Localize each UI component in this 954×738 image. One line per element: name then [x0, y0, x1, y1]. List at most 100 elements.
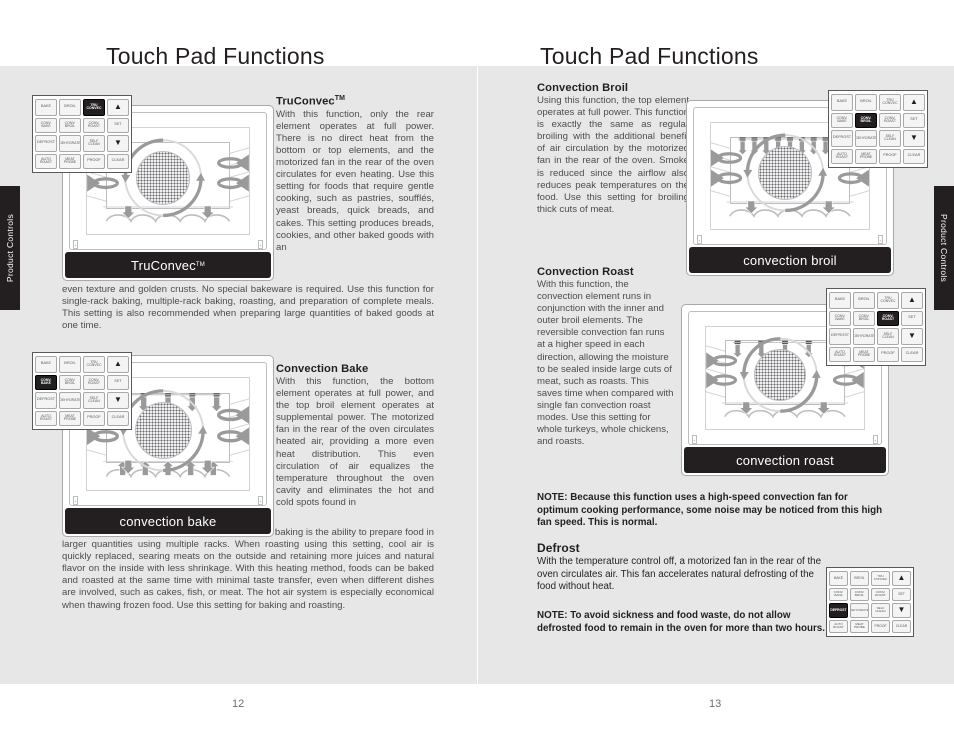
key-[interactable]: ▲ — [107, 99, 129, 116]
key-clear[interactable]: CLEAR — [107, 410, 129, 426]
key-[interactable]: ▼ — [107, 135, 129, 152]
key-conv-roast[interactable]: CONV. ROAST — [877, 310, 899, 326]
control-keypad-convection-roast[interactable]: BAKE BROIL TRU CONVEC ▲ CONV. BAKE CONV. BROI… — [826, 288, 926, 366]
oven-rack-rail — [706, 345, 725, 352]
control-keypad-defrost[interactable]: BAKE BROIL TRU CONVEC ▲ CONV. BAKE CONV. BROI… — [826, 567, 914, 637]
key-conv-roast[interactable]: CONV. ROAST — [879, 112, 901, 128]
key-set[interactable]: SET — [107, 117, 129, 133]
key-conv-roast[interactable]: CONV. ROAST — [83, 117, 105, 133]
key-conv-bake[interactable]: CONV. BAKE — [829, 310, 851, 326]
section-convection-bake-column: Convection Bake With this function, the … — [276, 363, 434, 509]
key-set[interactable]: SET — [901, 310, 923, 326]
control-keypad-convection-bake[interactable]: BAKE BROIL TRU CONVEC ▲ CONV. BAKE CONV. BROI… — [32, 352, 132, 430]
oven-rack-rail — [706, 356, 725, 364]
key-proof[interactable]: PROOF — [83, 153, 105, 169]
key-clear[interactable]: CLEAR — [903, 148, 925, 164]
key-auto-roast[interactable]: AUTO ROAST — [35, 410, 57, 426]
key-bake[interactable]: BAKE — [35, 99, 57, 116]
key-clear[interactable]: CLEAR — [107, 153, 129, 169]
oven-rack-rail — [711, 166, 730, 173]
key-self-clean[interactable]: SELF CLEAN — [83, 392, 105, 409]
key-conv-bake[interactable]: CONV. BAKE — [831, 112, 853, 128]
key-meat-probe[interactable]: MEAT PROBE — [853, 346, 875, 362]
control-keypad-truconvec[interactable]: BAKE BROIL TRU CONVEC ▲ CONV. BAKE CONV. BROI… — [32, 95, 132, 173]
key-tru-convec[interactable]: TRU CONVEC — [879, 94, 901, 111]
key-dehydrate[interactable]: DEHYDRATE — [59, 392, 81, 409]
key-self-clean[interactable]: SELF CLEAN — [879, 130, 901, 147]
key-meat-probe[interactable]: MEAT PROBE — [59, 153, 81, 169]
key-clear[interactable]: CLEAR — [901, 346, 923, 362]
key-set[interactable]: SET — [892, 587, 911, 601]
key-conv-broil[interactable]: CONV. BROIL — [853, 310, 875, 326]
page-number-left: 12 — [232, 698, 245, 710]
key-conv-broil[interactable]: CONV. BROIL — [850, 587, 869, 601]
note-defrost-warning: NOTE: To avoid sickness and food waste, … — [537, 610, 825, 634]
control-keypad-convection-broil[interactable]: BAKE BROIL TRU CONVEC ▲ CONV. BAKE CONV. BROI… — [828, 90, 928, 168]
oven-rack-rail — [706, 368, 725, 375]
key-conv-bake[interactable]: CONV. BAKE — [35, 117, 57, 133]
key-auto-roast[interactable]: AUTO ROAST — [831, 148, 853, 164]
key-dehydrate[interactable]: DEHYDRATE — [853, 328, 875, 345]
oven-rack-rail — [850, 190, 869, 197]
key-proof[interactable]: PROOF — [877, 346, 899, 362]
key-auto-roast[interactable]: AUTO ROAST — [829, 619, 848, 633]
key-broil[interactable]: BROIL — [59, 356, 81, 373]
key-auto-roast[interactable]: AUTO ROAST — [35, 153, 57, 169]
key-set[interactable]: SET — [107, 374, 129, 390]
key-proof[interactable]: PROOF — [83, 410, 105, 426]
key-proof[interactable]: PROOF — [871, 619, 890, 633]
side-tab-label-left: Product Controls — [5, 213, 15, 283]
key-defrost[interactable]: DEFROST — [829, 603, 848, 618]
key-bake[interactable]: BAKE — [829, 571, 848, 586]
key-tru-convec[interactable]: TRU CONVEC — [871, 571, 890, 586]
key-broil[interactable]: BROIL — [855, 94, 877, 111]
oven-rack-rail — [845, 368, 864, 375]
key-broil[interactable]: BROIL — [853, 292, 875, 309]
key-[interactable]: ▲ — [892, 571, 911, 586]
key-bake[interactable]: BAKE — [35, 356, 57, 373]
key-tru-convec[interactable]: TRU CONVEC — [83, 99, 105, 116]
key-broil[interactable]: BROIL — [59, 99, 81, 116]
key-meat-probe[interactable]: MEAT PROBE — [850, 619, 869, 633]
key-self-clean[interactable]: SELF CLEAN — [877, 328, 899, 345]
key-tru-convec[interactable]: TRU CONVEC — [83, 356, 105, 373]
key-conv-roast[interactable]: CONV. ROAST — [83, 374, 105, 390]
oven-rack-rail — [711, 178, 730, 185]
key-dehydrate[interactable]: DEHYDRATE — [850, 603, 869, 618]
key-conv-broil[interactable]: CONV. BROIL — [855, 112, 877, 128]
key-broil[interactable]: BROIL — [850, 571, 869, 586]
key-set[interactable]: SET — [903, 112, 925, 128]
key-[interactable]: ▼ — [903, 130, 925, 147]
key-bake[interactable]: BAKE — [831, 94, 853, 111]
key-defrost[interactable]: DEFROST — [35, 135, 57, 152]
key-defrost[interactable]: DEFROST — [35, 392, 57, 409]
key-conv-bake[interactable]: CONV. BAKE — [829, 587, 848, 601]
key-bake[interactable]: BAKE — [829, 292, 851, 309]
key-proof[interactable]: PROOF — [879, 148, 901, 164]
key-[interactable]: ▼ — [901, 328, 923, 345]
key-defrost[interactable]: DEFROST — [829, 328, 851, 345]
key-meat-probe[interactable]: MEAT PROBE — [59, 410, 81, 426]
oven-rack-rail — [229, 171, 249, 178]
key-dehydrate[interactable]: DEHYDRATE — [59, 135, 81, 152]
key-conv-broil[interactable]: CONV. BROIL — [59, 374, 81, 390]
key-tru-convec[interactable]: TRU CONVEC — [877, 292, 899, 309]
key-dehydrate[interactable]: DEHYDRATE — [855, 130, 877, 147]
key-defrost[interactable]: DEFROST — [831, 130, 853, 147]
key-[interactable]: ▲ — [901, 292, 923, 309]
key-auto-roast[interactable]: AUTO ROAST — [829, 346, 851, 362]
key-clear[interactable]: CLEAR — [892, 619, 911, 633]
key-conv-roast[interactable]: CONV. ROAST — [871, 587, 890, 601]
key-[interactable]: ▲ — [107, 356, 129, 373]
key-conv-broil[interactable]: CONV. BROIL — [59, 117, 81, 133]
key-[interactable]: ▼ — [892, 603, 911, 618]
oven-rack-rail — [845, 379, 864, 387]
oven-rack-rail — [87, 449, 107, 456]
key-self-clean[interactable]: SELF CLEAN — [83, 135, 105, 152]
key-conv-bake[interactable]: CONV. BAKE — [35, 374, 57, 390]
key-meat-probe[interactable]: MEAT PROBE — [855, 148, 877, 164]
key-[interactable]: ▲ — [903, 94, 925, 111]
key-self-clean[interactable]: SELF CLEAN — [871, 603, 890, 618]
oven-rack-rail — [229, 410, 249, 418]
key-[interactable]: ▼ — [107, 392, 129, 409]
